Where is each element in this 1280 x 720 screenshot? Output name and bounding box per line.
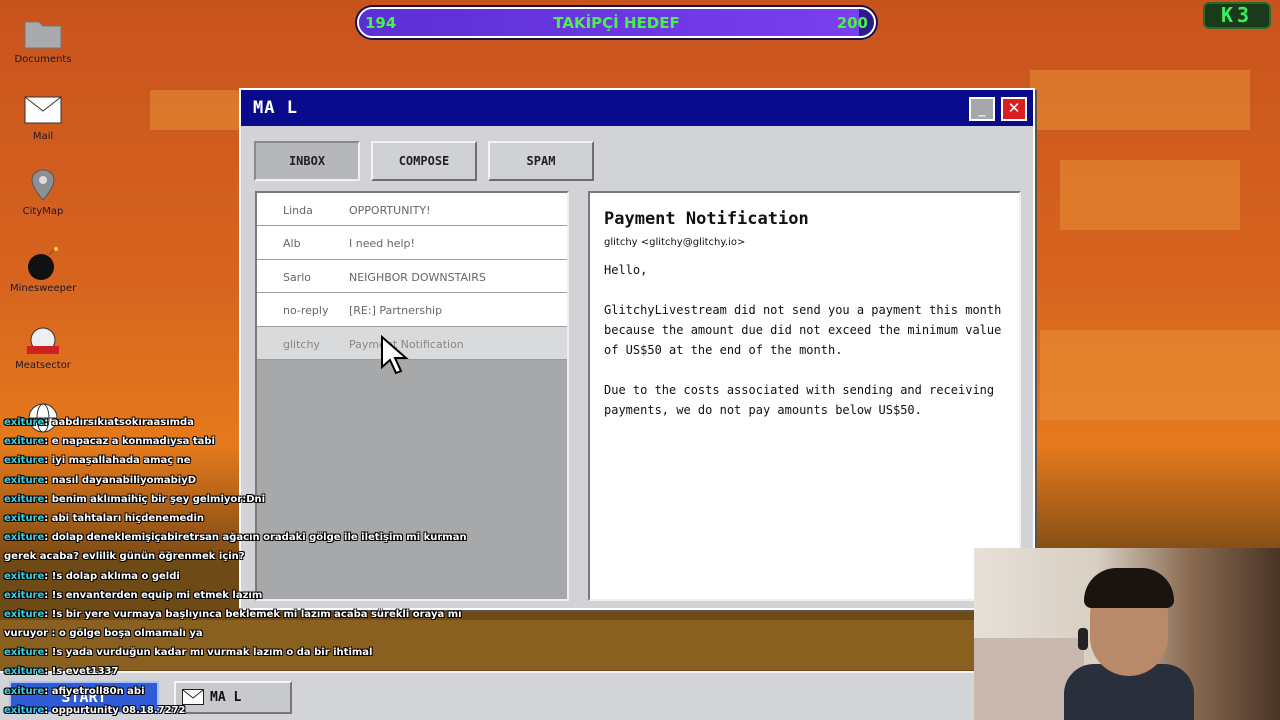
close-button[interactable]: ✕ [1001,97,1027,121]
bomb-icon [23,245,63,281]
stream-chat: exiture: aabdırsıkıatsokıraasımda exiture… [4,417,467,720]
chat-message: exiture: !s dolap aklıma o geldi [4,571,404,590]
email-row-glitchy[interactable]: glitchy Payment Notification [257,326,567,360]
chat-text: : !s evet1337 [44,666,119,678]
chat-message: exiture: afiyetroll80n abi [4,686,404,705]
chat-text: : !s envanterden equip mi etmek lazım [44,589,263,601]
chat-username: exiture [4,704,45,716]
chat-username: exiture [4,512,45,524]
email-subject: [RE:] Partnership [349,304,443,318]
chat-text: gerek acaba? evlilik günün öğrenmek için… [4,551,245,563]
email-subject: NEIGHBOR DOWNSTAIRS [349,270,486,284]
chat-text: : nasıl dayanabiliyomabiyD [44,474,197,486]
chat-message: exiture: nasıl dayanabiliyomabiyD [4,475,404,494]
goal-target: 200 [836,14,868,32]
chat-username: exiture [4,455,45,467]
chat-username: exiture [4,647,45,659]
folder-icon [23,16,63,52]
desktop-icon-label: CityMap [22,206,64,217]
desktop-icon-meatsector[interactable]: Meatsector [10,322,76,371]
chat-message: gerek acaba? evlilik günün öğrenmek için… [4,551,404,570]
email-row-linda[interactable]: Linda OPPORTUNITY! [257,193,567,227]
chat-username: exiture [4,589,45,601]
chat-username: exiture [4,417,45,428]
corner-badge: K3 [1203,2,1271,29]
email-sender: Sarlo [283,270,312,284]
chat-message: vuruyor : o gölge boşa olmamalı ya [4,628,404,647]
message-view: Payment Notification glitchy <glitchy@gl… [588,191,1021,601]
chat-message: exiture: !s evet1337 [4,666,404,685]
follower-goal-bar: 194 TAKİPÇİ HEDEF 200 [357,7,876,38]
message-subject: Payment Notification [604,209,809,229]
email-sender: glitchy [283,337,320,351]
message-greeting: Hello, [604,263,648,277]
message-from: glitchy <glitchy@glitchy.io> [604,237,746,248]
envelope-icon [23,93,63,129]
email-sender: no-reply [283,304,329,318]
chat-text: : aabdırsıkıatsokıraasımda [44,417,194,428]
email-subject: OPPORTUNITY! [349,204,431,217]
chat-message: exiture: iyi maşallahada amaç ne [4,455,404,474]
chat-message: exiture: e napacaz a konmadıysa tabi [4,436,404,455]
chat-text: : iyi maşallahada amaç ne [44,455,191,467]
chat-message: exiture: oppurtunity 08.18.7272 [4,705,404,720]
desktop-icon-label: Mail [32,131,54,142]
desktop-icon-label: Minesweeper [10,283,77,294]
mouse-cursor-icon [381,335,409,375]
chat-text: : !s bir yere vurmaya başlıyınca bekleme… [44,608,462,620]
desktop-icon-label: Documents [14,54,72,65]
chat-username: exiture [4,666,45,678]
window-titlebar[interactable]: MA L _ ✕ [241,90,1033,126]
goal-label: TAKİPÇİ HEDEF [553,14,680,32]
tab-spam[interactable]: SPAM [488,141,594,181]
window-title: MA L [253,98,298,118]
minimize-button[interactable]: _ [969,97,995,121]
chat-text: : dolap deneklemişiçabiretrsan ağacın or… [44,532,467,544]
desktop-icon-mail[interactable]: Mail [10,93,76,142]
chat-username: exiture [4,436,45,448]
email-sender: Alb [283,237,301,251]
chat-message: exiture: benim aklımaihiç bir şey gelmiy… [4,494,404,513]
desktop-icon-documents[interactable]: Documents [10,16,76,65]
chat-message: exiture: !s yada vurduğun kadar mı vurma… [4,647,404,666]
chat-message: exiture: dolap deneklemişiçabiretrsan ağ… [4,532,467,551]
webcam-overlay [974,548,1280,720]
email-row-no-reply[interactable]: no-reply [RE:] Partnership [257,293,567,327]
chat-username: exiture [4,474,45,486]
chat-text: : abi tahtaları hiçdenemedin [44,512,204,524]
chat-message: exiture: abi tahtaları hiçdenemedin [4,513,404,532]
email-row-alb[interactable]: Alb I need help! [257,226,567,260]
email-sender: Linda [283,204,313,217]
chat-text: : !s dolap aklıma o geldi [44,570,180,582]
chat-text: : benim aklımaihiç bir şey gelmiyor:Dni [44,493,266,505]
chat-username: exiture [4,493,45,505]
chat-username: exiture [4,570,45,582]
meat-slicer-icon [23,322,63,358]
email-subject: I need help! [349,237,415,251]
chat-username: exiture [4,685,45,697]
desktop-icon-citymap[interactable]: CityMap [10,168,76,217]
map-pin-icon [23,168,63,204]
chat-text: : e napacaz a konmadıysa tabi [44,436,215,448]
chat-username: exiture [4,532,45,544]
chat-text: : !s yada vurduğun kadar mı vurmak lazım… [44,647,373,659]
chat-message: exiture: !s bir yere vurmaya başlıyınca … [4,608,462,628]
message-paragraph: GlitchyLivestream did not send you a pay… [604,303,1002,357]
tab-compose[interactable]: COMPOSE [371,141,477,181]
message-paragraph: Due to the costs associated with sending… [604,383,995,417]
chat-text: : oppurtunity 08.18.7272 [44,704,186,716]
email-row-sarlo[interactable]: Sarlo NEIGHBOR DOWNSTAIRS [257,259,567,294]
chat-message: exiture: !s envanterden equip mi etmek l… [4,590,404,609]
tab-inbox[interactable]: INBOX [254,141,360,181]
chat-message: exiture: aabdırsıkıatsokıraasımda [4,417,404,436]
chat-text: vuruyor : o gölge boşa olmamalı ya [4,628,203,640]
desktop-icon-label: Meatsector [15,360,71,371]
chat-text: : afiyetroll80n abi [44,685,145,697]
desktop-icon-minesweeper[interactable]: Minesweeper [10,245,76,294]
chat-username: exiture [4,608,45,620]
